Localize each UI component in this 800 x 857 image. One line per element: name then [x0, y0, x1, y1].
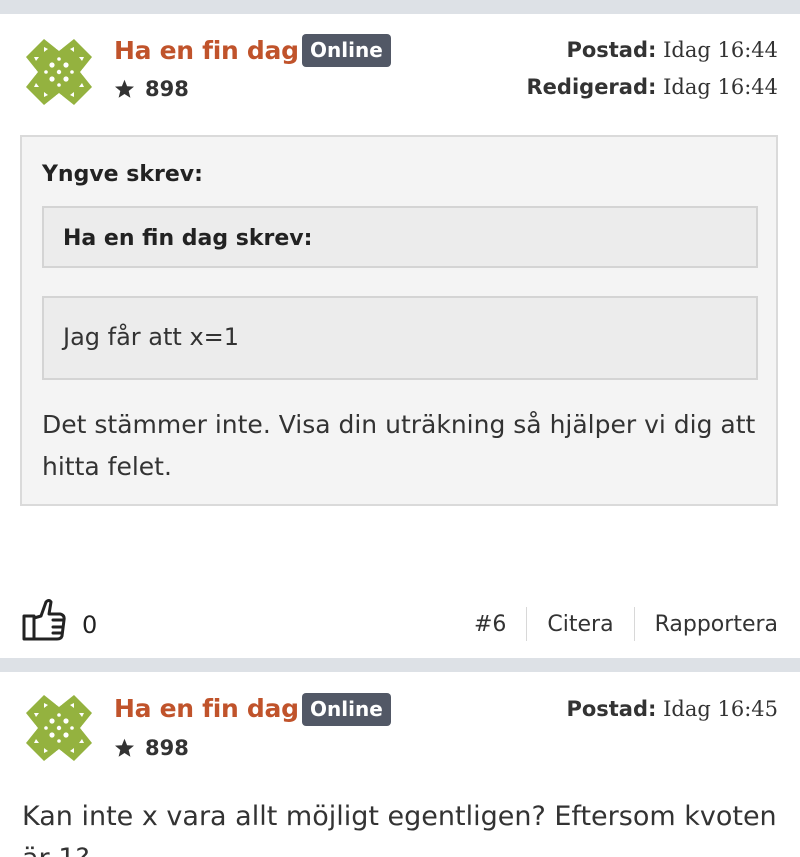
rank-points: 898: [145, 736, 189, 760]
edited-label: Redigerad:: [526, 75, 657, 99]
nested-quote-body: Jag får att x=1: [42, 296, 758, 380]
quote-author[interactable]: Yngve skrev:: [42, 162, 203, 187]
forum-post: Ha en fin dag Online 898 Postad: Idag 16…: [0, 672, 800, 857]
online-status-badge: Online: [302, 693, 391, 726]
thumbs-up-icon[interactable]: [22, 598, 68, 646]
nested-quote-header: Ha en fin dag skrev:: [42, 206, 758, 268]
user-rank: 898: [114, 736, 189, 760]
snowflake-avatar-icon[interactable]: [22, 35, 96, 109]
posted-label: Postad:: [566, 697, 657, 721]
star-icon: [115, 738, 134, 757]
post-body-text: Kan inte x vara allt möjligt egentligen?…: [22, 801, 777, 857]
quote-button[interactable]: Citera: [527, 612, 633, 637]
star-icon: [115, 79, 134, 98]
user-rank: 898: [114, 77, 189, 101]
posted-value: Idag 16:44: [663, 38, 778, 62]
username-link[interactable]: Ha en fin dag: [114, 36, 299, 65]
posted-timestamp: Postad: Idag 16:45: [566, 697, 778, 721]
forum-post: Ha en fin dag Online 898 Postad: Idag 16…: [0, 14, 800, 658]
like-count: 0: [82, 611, 98, 639]
post-number-link[interactable]: #6: [454, 612, 526, 637]
edited-timestamp: Redigerad: Idag 16:44: [527, 75, 778, 99]
snowflake-avatar-icon[interactable]: [22, 691, 96, 765]
quote-block: Yngve skrev: Ha en fin dag skrev: Jag få…: [20, 135, 778, 506]
post-actions: #6 Citera Rapportera: [454, 606, 778, 642]
report-button[interactable]: Rapportera: [635, 612, 778, 637]
posted-value: Idag 16:45: [663, 697, 778, 721]
posted-label: Postad:: [566, 38, 657, 62]
username-link[interactable]: Ha en fin dag: [114, 694, 299, 723]
posted-timestamp: Postad: Idag 16:44: [566, 38, 778, 62]
quote-reply-text: Det stämmer inte. Visa din uträkning så …: [42, 410, 756, 481]
edited-value: Idag 16:44: [663, 75, 778, 99]
nested-quote-text: Jag får att x=1: [63, 323, 240, 351]
rank-points: 898: [145, 77, 189, 101]
nested-quote-author[interactable]: Ha en fin dag skrev:: [63, 226, 312, 251]
online-status-badge: Online: [302, 34, 391, 67]
